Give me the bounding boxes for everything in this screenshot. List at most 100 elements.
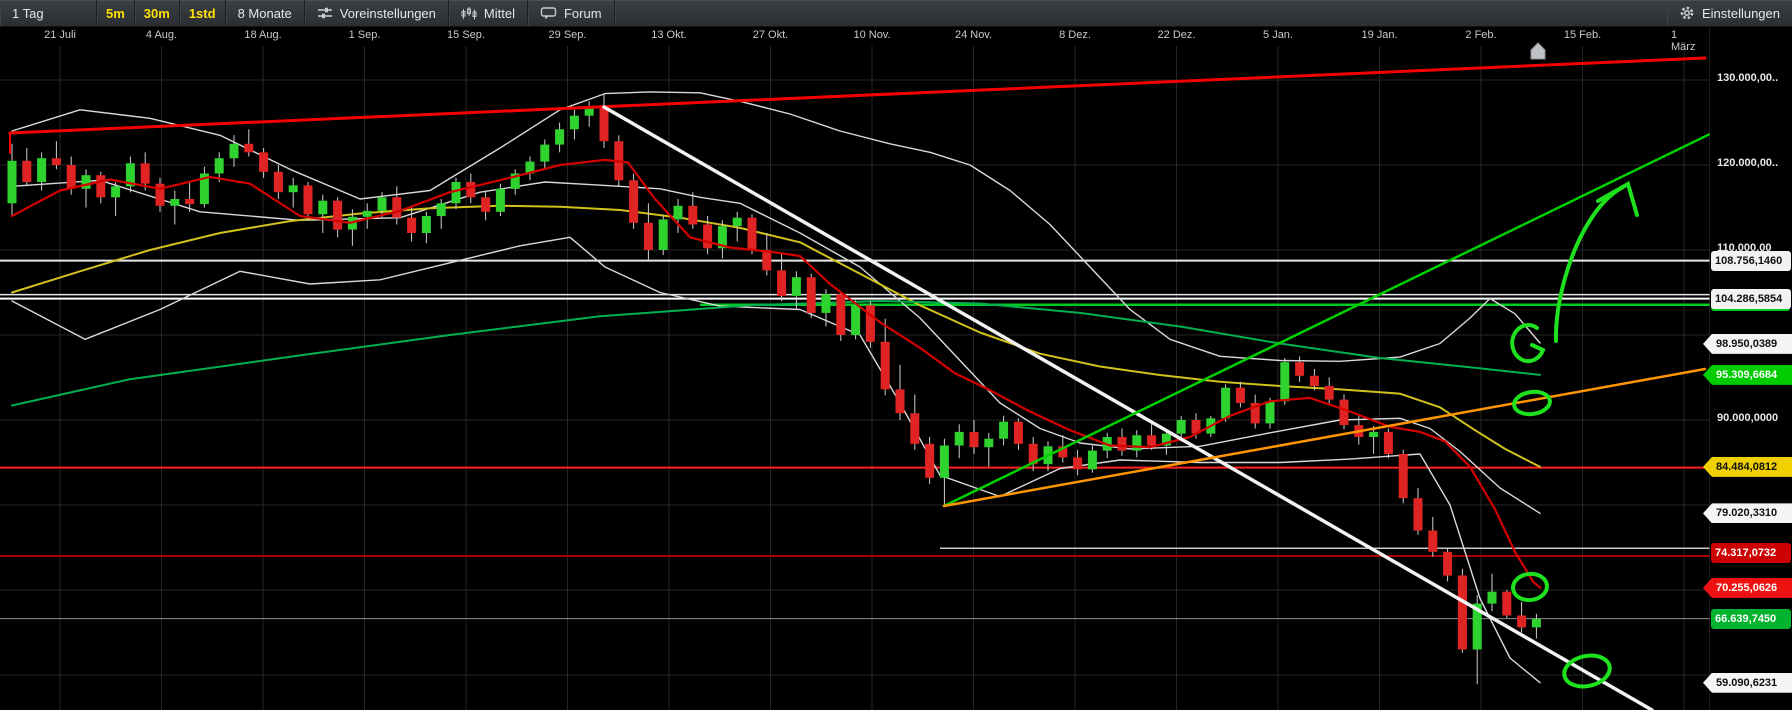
einstellungen-button[interactable]: Einstellungen: [1667, 0, 1792, 26]
date-label: 13 Okt.: [651, 29, 687, 41]
price-badge: 98.950,0389: [1703, 333, 1792, 354]
price-badge: 59.090,6231: [1703, 672, 1792, 693]
candle: [96, 171, 106, 204]
candle: [954, 424, 964, 459]
sma50-yellow: [11, 204, 1541, 468]
einstellungen-label: Einstellungen: [1701, 5, 1780, 21]
candle: [199, 166, 209, 208]
candle: [555, 122, 565, 153]
candle: [880, 318, 890, 396]
candle: [1339, 394, 1349, 430]
mittel-label: Mittel: [483, 5, 515, 21]
candle: [303, 182, 313, 221]
candle: [1457, 568, 1467, 653]
price-badge: 66.639,7450: [1711, 608, 1791, 629]
toolbar: 1 Tag 5m 30m 1std 8 Monate Voreinstellun…: [0, 0, 1792, 27]
price-badge: 104.286,5854: [1711, 288, 1791, 309]
indicator-lines-top: [10, 158, 1542, 589]
candle: [984, 432, 994, 467]
candle: [688, 192, 698, 229]
voreinstellungen-label: Voreinstellungen: [339, 5, 436, 21]
candle: [1428, 516, 1438, 557]
candle: [436, 199, 446, 229]
candle: [1250, 394, 1260, 429]
candle: [421, 211, 431, 244]
chart-canvas[interactable]: [0, 0, 1792, 710]
candle: [333, 197, 343, 238]
forum-label: Forum: [563, 5, 602, 21]
price-badge: 84.484,0812: [1703, 456, 1792, 477]
candle: [1487, 573, 1497, 612]
bollinger-upper-band: [11, 91, 1541, 362]
date-label: 27 Okt.: [752, 29, 789, 41]
candle: [643, 203, 653, 261]
timeframe-5m-button[interactable]: 5m: [97, 0, 135, 26]
timeframe-1std-button[interactable]: 1std: [180, 0, 226, 26]
date-label: 1 März: [1671, 29, 1696, 53]
candle: [865, 301, 875, 348]
candle: [821, 289, 831, 327]
candle: [273, 165, 283, 199]
sliders-icon: [317, 6, 333, 20]
candle: [910, 394, 920, 450]
date-label: 5 Jan.: [1263, 29, 1293, 41]
candle: [111, 182, 121, 216]
date-label: 22 Dez.: [1157, 29, 1196, 41]
candle: [569, 109, 579, 140]
price-badge: 74.317,0732: [1711, 543, 1791, 564]
candle: [939, 438, 949, 506]
candle: [155, 177, 165, 212]
candle: [1517, 601, 1527, 633]
mittel-button[interactable]: Mittel: [449, 0, 528, 26]
date-label: 1 Sep.: [348, 29, 381, 41]
candle: [451, 177, 461, 210]
indicator-lines: [11, 91, 1541, 684]
forum-button[interactable]: Forum: [528, 0, 615, 26]
date-label: 29 Sep.: [548, 29, 587, 41]
candle: [969, 420, 979, 454]
ema-red: [10, 158, 1542, 589]
candle: [1413, 488, 1423, 535]
candle: [747, 214, 757, 255]
candle: [599, 94, 609, 148]
candle: [1280, 358, 1290, 405]
price-badge: 79.020,3310: [1703, 503, 1792, 524]
date-label: 15 Sep.: [447, 29, 485, 41]
candle: [392, 186, 402, 225]
candle: [762, 233, 772, 276]
red-resistance-trendline: [8, 56, 1707, 135]
candle: [125, 156, 135, 193]
price-axis: 130.000,00.. 120.000,00.. 110.000,00 90.000…: [1703, 26, 1792, 710]
candle: [22, 148, 32, 187]
price-badge: 95.309,6684: [1703, 364, 1792, 385]
date-label: 8 Dez.: [1059, 29, 1091, 41]
arrow-head: [1596, 181, 1639, 217]
candle: [288, 177, 298, 208]
gridlines: [0, 46, 1710, 710]
candle: [1443, 548, 1453, 582]
timeframe-1tag-button[interactable]: 1 Tag: [0, 0, 97, 26]
candle: [1235, 381, 1245, 408]
range-8monate-button[interactable]: 8 Monate: [226, 0, 305, 26]
timeframe-30m-button[interactable]: 30m: [135, 0, 180, 26]
price-label: 130.000,00..: [1717, 72, 1779, 84]
date-label: 15 Feb.: [1563, 29, 1602, 41]
price-label: 120.000,00..: [1717, 157, 1779, 169]
voreinstellungen-button[interactable]: Voreinstellungen: [305, 0, 449, 26]
date-label: 19 Jan.: [1361, 29, 1398, 41]
candle: [481, 190, 491, 221]
candle: [1398, 449, 1408, 504]
price-badge: 108.756,1460: [1711, 250, 1791, 271]
candle: [1087, 445, 1097, 473]
candle: [836, 290, 846, 341]
candle: [81, 169, 91, 208]
candle: [1073, 449, 1083, 476]
speech-bubble-icon: [540, 6, 557, 20]
white-breakdown-trendline: [602, 105, 1654, 710]
candle: [510, 169, 520, 195]
green-ascending-trendline: [942, 132, 1712, 508]
candlestick-icon: [461, 6, 477, 20]
candle: [318, 194, 328, 233]
candle: [925, 437, 935, 484]
date-label: 24 Nov.: [954, 29, 993, 41]
